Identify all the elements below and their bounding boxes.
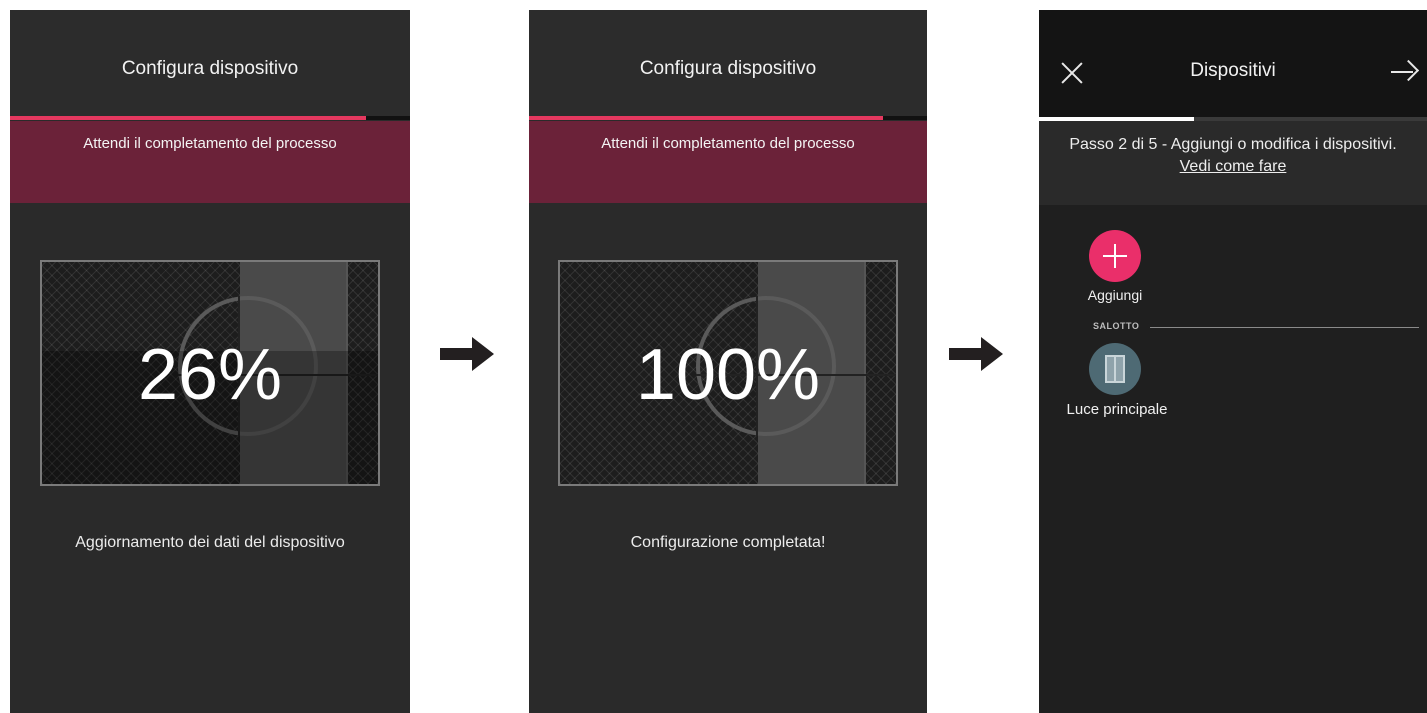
status-caption: Aggiornamento dei dati del dispositivo: [75, 534, 345, 551]
progress-percent: 100%: [635, 335, 821, 415]
status-caption: Configurazione completata!: [630, 534, 826, 551]
device-image: 100%: [558, 260, 898, 486]
device-image: 26%: [40, 260, 380, 486]
header-progress-fill: [529, 116, 884, 120]
device-label: Luce principale: [1066, 401, 1168, 418]
header: Dispositivi: [1039, 10, 1427, 118]
page-title: Dispositivi: [1190, 60, 1276, 81]
config-screen-progress: Configura dispositivo Attendi il complet…: [10, 10, 410, 713]
help-link[interactable]: Vedi come fare: [1039, 158, 1427, 176]
status-banner: Attendi il completamento del processo: [10, 121, 410, 203]
status-banner: Attendi il completamento del processo: [529, 121, 927, 203]
page-title: Configura dispositivo: [121, 58, 299, 79]
add-device-button[interactable]: [1089, 230, 1141, 282]
arrow-right-icon: [440, 337, 494, 371]
header-progress-track: [10, 116, 410, 120]
banner-text: Attendi il completamento del processo: [83, 135, 337, 152]
arrow-right-icon[interactable]: [1391, 59, 1420, 84]
room-label: SALOTTO: [1093, 321, 1140, 331]
header-progress-fill: [10, 116, 366, 120]
add-device-label: Aggiungi: [1087, 287, 1143, 303]
shutter-icon: [1105, 355, 1125, 383]
header-progress-track: [529, 116, 927, 120]
device-button[interactable]: [1089, 343, 1141, 395]
page-title: Configura dispositivo: [639, 58, 817, 79]
step-info: Passo 2 di 5 - Aggiungi o modifica i dis…: [1039, 121, 1427, 205]
progress-percent: 26%: [137, 335, 283, 415]
header: Configura dispositivo: [10, 10, 410, 118]
header: Configura dispositivo: [529, 10, 927, 118]
arrow-right-icon: [949, 337, 1003, 371]
banner-text: Attendi il completamento del processo: [601, 135, 855, 152]
step-text: Passo 2 di 5 - Aggiungi o modifica i dis…: [1069, 136, 1397, 153]
devices-screen: Dispositivi Passo 2 di 5 - Aggiungi o mo…: [1039, 10, 1427, 713]
config-screen-complete: Configura dispositivo Attendi il complet…: [529, 10, 927, 713]
divider: [1150, 327, 1419, 328]
